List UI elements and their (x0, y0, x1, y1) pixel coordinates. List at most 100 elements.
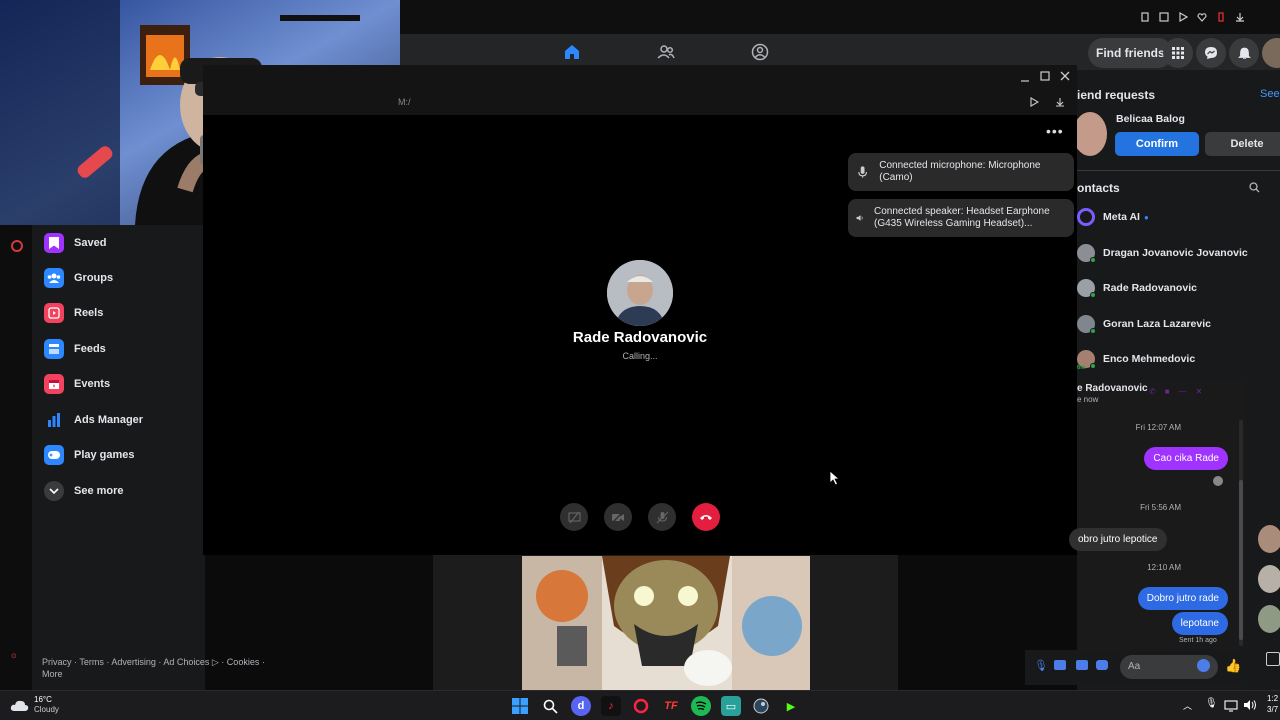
chat-head-3[interactable] (1258, 605, 1280, 633)
chat-window: e Radovanovic e now ✆ ■ — ✕ Fri 12:07 AM… (1069, 380, 1245, 690)
mic-icon[interactable]: 🎙 (1034, 659, 1048, 672)
outgoing-message[interactable]: Dobro jutro rade (1137, 587, 1228, 610)
message-timestamp: 12:10 AM (1147, 563, 1181, 572)
screen-share-icon (567, 511, 581, 523)
play-icon[interactable] (1178, 12, 1188, 22)
emoji-icon[interactable] (1197, 659, 1210, 672)
mute-toggle-button[interactable] (648, 503, 676, 531)
volume-icon[interactable] (1243, 699, 1257, 711)
contact-item[interactable]: Meta AI ● (1077, 202, 1149, 232)
sidebar-item-see-more[interactable]: See more (44, 476, 124, 506)
sidebar-item-ads-manager[interactable]: Ads Manager (44, 405, 143, 435)
sidebar-item-label: Ads Manager (74, 414, 144, 426)
contact-item[interactable]: Enco Mehmedovic 6m (1077, 344, 1195, 374)
camera-off-icon (611, 511, 624, 523)
camera-toggle-button[interactable] (604, 503, 632, 531)
minimize-chat-icon[interactable]: — (1179, 387, 1187, 397)
sidebar-item-play-games[interactable]: Play games (44, 440, 135, 470)
see-all-link[interactable]: See (1260, 88, 1280, 100)
messenger-icon[interactable] (1196, 38, 1226, 68)
more-options-icon[interactable]: ••• (1046, 123, 1064, 139)
tiktok-icon[interactable]: ♪ (601, 696, 621, 716)
requester-avatar[interactable] (1077, 112, 1107, 156)
window-icon[interactable] (1159, 12, 1169, 22)
clock-date[interactable]: 3/7 (1267, 705, 1278, 714)
spotify-icon[interactable] (691, 696, 711, 716)
find-friends-button[interactable]: Find friends (1088, 38, 1173, 68)
chat-app-icon[interactable]: ▭ (721, 696, 741, 716)
online-indicator (1090, 292, 1096, 298)
speaker-icon (856, 215, 863, 221)
chat-composer: 🎙 Aa 👍 (1025, 650, 1280, 685)
sidebar-item-feeds[interactable]: Feeds (44, 334, 106, 364)
network-icon[interactable] (1224, 700, 1238, 712)
microphone-tray-icon[interactable]: 🎙 (1205, 698, 1218, 709)
contact-item[interactable]: Dragan Jovanovic Jovanovic (1077, 238, 1248, 268)
kick-icon[interactable]: ▶ (781, 696, 801, 716)
clock-time[interactable]: 1:2 (1267, 694, 1278, 703)
new-message-icon[interactable] (1266, 652, 1280, 666)
heart-icon[interactable] (1197, 12, 1207, 22)
download-icon[interactable] (1235, 12, 1245, 22)
menu-grid-icon[interactable] (1163, 38, 1193, 68)
search-icon[interactable] (540, 696, 560, 716)
incoming-message[interactable]: obro jutro lepotice (1069, 528, 1167, 551)
minimize-icon[interactable] (1020, 73, 1030, 83)
messenger-call-window: M:/ ••• Connected microphone: Microphone… (203, 65, 1077, 555)
gif-icon[interactable] (1096, 660, 1108, 670)
image-icon[interactable] (1054, 660, 1066, 670)
chat-scrollbar-thumb[interactable] (1239, 480, 1243, 640)
chat-header-name[interactable]: e Radovanovic (1077, 383, 1148, 394)
like-icon[interactable]: 👍 (1225, 658, 1241, 674)
steam-icon[interactable] (751, 696, 771, 716)
reels-icon (44, 303, 64, 323)
sidebar-item-label: Groups (74, 272, 114, 284)
download-icon[interactable] (1055, 97, 1065, 107)
close-chat-icon[interactable]: ✕ (1196, 387, 1203, 397)
footer-links[interactable]: Privacy · Terms · Advertising · Ad Choic… (42, 656, 272, 680)
maximize-icon[interactable] (1040, 71, 1050, 81)
confirm-button[interactable]: Confirm (1115, 132, 1199, 156)
left-side-strip (0, 225, 32, 690)
bookmark-extension-icon[interactable] (1140, 12, 1150, 22)
cloud-weather-icon[interactable] (10, 698, 30, 712)
close-icon[interactable] (1060, 71, 1070, 81)
verified-badge-icon: ● (1143, 212, 1149, 222)
sidebar-item-events[interactable]: Events (44, 369, 110, 399)
contact-item[interactable]: Rade Radovanovic (1077, 273, 1197, 303)
phone-icon[interactable]: ✆ (1149, 387, 1156, 397)
toast-speaker: Connected speaker: Headset Earphone (G43… (848, 199, 1074, 237)
search-icon[interactable] (1249, 182, 1260, 193)
chat-head-2[interactable] (1258, 565, 1280, 593)
contact-item[interactable]: Goran Laza Lazarevic (1077, 309, 1211, 339)
divider (1077, 170, 1280, 171)
chat-head-1[interactable] (1258, 525, 1280, 553)
end-call-button[interactable] (692, 503, 720, 531)
opera-gx-icon[interactable] (631, 696, 651, 716)
notifications-bell-icon[interactable] (1229, 38, 1259, 68)
show-hidden-icons-icon[interactable]: ︿ (1183, 699, 1192, 712)
sidebar-item-label: Saved (74, 237, 107, 249)
weather-temperature[interactable]: 16°C (34, 695, 52, 704)
sidebar-item-saved[interactable]: Saved (44, 228, 106, 258)
call-address: M:/ (398, 97, 411, 107)
outgoing-message[interactable]: lepotane (1171, 612, 1228, 635)
discord-icon[interactable]: d (571, 696, 591, 716)
outgoing-message[interactable]: Cao cika Rade (1144, 447, 1228, 470)
groups-nav-icon[interactable] (748, 40, 772, 64)
hang-up-icon (700, 515, 712, 520)
play-icon[interactable] (1029, 97, 1039, 107)
home-icon[interactable] (560, 40, 584, 64)
sidebar-item-label: See more (74, 485, 124, 497)
sticker-icon[interactable] (1076, 660, 1088, 670)
share-screen-button[interactable] (560, 503, 588, 531)
trafficfactory-icon[interactable]: TF (661, 696, 681, 716)
sidebar-item-reels[interactable]: Reels (44, 298, 103, 328)
video-icon[interactable]: ■ (1165, 387, 1170, 397)
friends-icon[interactable] (654, 40, 678, 64)
weather-description[interactable]: Cloudy (34, 705, 59, 714)
requester-name[interactable]: Belicaa Balog (1116, 113, 1185, 125)
sidebar-item-groups[interactable]: Groups (44, 263, 113, 293)
windows-start-icon[interactable] (510, 696, 530, 716)
delete-button[interactable]: Delete (1205, 132, 1280, 156)
